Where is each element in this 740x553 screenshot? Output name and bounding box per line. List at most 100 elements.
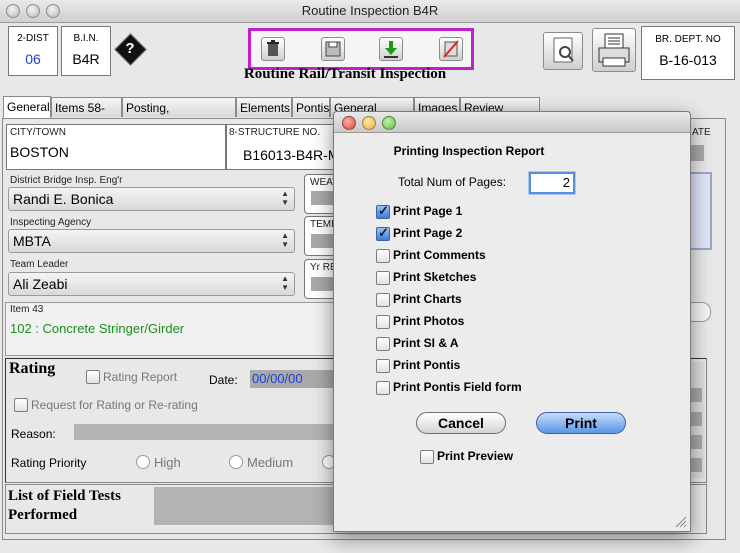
print-option-checkbox[interactable]: ✓ (376, 225, 390, 241)
priority-high-radio[interactable] (136, 455, 150, 469)
field-tests-label-1: List of Field Tests (8, 488, 121, 504)
select-arrows-icon: ▲ ▼ (281, 231, 289, 249)
reason-field[interactable] (74, 424, 336, 440)
resize-grip-icon[interactable] (674, 515, 687, 528)
tab-items-58-62[interactable]: Items 58-62 (51, 97, 122, 135)
leader-label: Team Leader (10, 259, 69, 270)
bin-label: B.I.N. (73, 33, 99, 44)
help-glyph: ? (125, 40, 135, 57)
engineer-value: Randi E. Bonica (13, 191, 114, 207)
structure-box: 8-STRUCTURE NO. B16013-B4R-M (226, 124, 348, 170)
print-option-label: Print Sketches (393, 270, 477, 284)
print-option-checkbox[interactable] (376, 381, 390, 395)
date-input[interactable]: 00/00/00 (250, 370, 334, 388)
dialog-zoom-button[interactable] (382, 116, 396, 130)
delete-button[interactable] (261, 37, 285, 61)
print-option-label: Print Page 1 (393, 204, 463, 218)
engineer-label: District Bridge Insp. Eng'r (10, 175, 123, 186)
request-rating-label: Request for Rating or Re-rating (31, 398, 198, 412)
print-option-checkbox[interactable] (376, 337, 390, 351)
print-option-label: Print SI & A (393, 336, 459, 350)
print-button-main[interactable] (592, 28, 636, 72)
rating-title: Rating (9, 360, 56, 377)
print-preview-label: Print Preview (437, 449, 514, 463)
dialog-close-button[interactable] (342, 116, 356, 130)
checkmark-icon: ✓ (378, 203, 389, 218)
print-option-checkbox[interactable]: ✓ (376, 203, 390, 219)
structure-value[interactable]: B16013-B4R-M (243, 147, 340, 163)
bin-value: B4R (72, 51, 100, 67)
print-dialog: Printing Inspection Report Total Num of … (333, 111, 691, 532)
agency-select[interactable]: MBTA ▲ ▼ (8, 229, 295, 253)
priority-medium-label: Medium (247, 455, 294, 470)
print-preview-icon (553, 37, 574, 63)
engineer-select[interactable]: Randi E. Bonica ▲ ▼ (8, 187, 295, 211)
print-button[interactable]: Print (536, 412, 626, 434)
print-option-label: Print Photos (393, 314, 465, 328)
dist-value: 06 (25, 51, 41, 67)
field-tests-input[interactable] (154, 487, 336, 525)
no-edit-icon (443, 40, 459, 58)
date-header-label: ATE (692, 127, 711, 138)
print-option-checkbox[interactable] (376, 359, 390, 373)
print-option-checkbox[interactable] (376, 249, 390, 263)
print-option-label: Print Pontis Field form (393, 380, 522, 394)
checkmark-icon: ✓ (378, 225, 389, 240)
title-bar: Routine Inspection B4R (0, 0, 740, 23)
trash-icon (267, 40, 279, 56)
cancel-button[interactable]: Cancel (416, 412, 506, 434)
tab-elements[interactable]: Elements (236, 97, 292, 117)
dist-box: 2-DIST 06 (8, 26, 58, 76)
help-button[interactable]: ? (114, 33, 147, 66)
agency-label: Inspecting Agency (10, 217, 92, 228)
date-value: 00/00/00 (252, 371, 303, 386)
city-label: CITY/TOWN (10, 127, 66, 138)
dialog-title: Printing Inspection Report (393, 144, 545, 158)
dialog-title-bar (334, 112, 690, 133)
printer-icon (598, 33, 630, 67)
pages-value: 2 (562, 175, 570, 190)
print-preview-checkbox[interactable] (420, 450, 434, 464)
import-button[interactable] (379, 37, 403, 61)
rating-report-label: Rating Report (103, 370, 178, 384)
print-preview-button[interactable] (543, 32, 583, 70)
print-option-label: Print Page 2 (393, 226, 463, 240)
priority-high-label: High (154, 455, 181, 470)
item43-label: Item 43 (10, 304, 44, 315)
print-option-checkbox[interactable] (376, 315, 390, 329)
city-value[interactable]: BOSTON (10, 144, 69, 160)
dept-no-label: BR. DEPT. NO (655, 34, 721, 45)
print-option-label: Print Charts (393, 292, 462, 306)
tab-general[interactable]: General (3, 96, 51, 118)
field-tests-label-2: Performed (8, 507, 78, 523)
print-option-checkbox[interactable] (376, 271, 390, 285)
window-title: Routine Inspection B4R (301, 3, 439, 18)
dialog-minimize-button[interactable] (362, 116, 376, 130)
pages-input[interactable]: 2 (529, 172, 575, 194)
dept-no-box: BR. DEPT. NO B-16-013 (641, 26, 735, 80)
request-rating-checkbox[interactable] (14, 398, 28, 412)
priority-medium-radio[interactable] (229, 455, 243, 469)
date-label: Date: (209, 373, 238, 387)
download-arrow-icon (384, 41, 398, 58)
page-title: Routine Rail/Transit Inspection (243, 66, 447, 82)
reason-label: Reason: (11, 427, 56, 441)
date-field-right[interactable] (690, 145, 704, 161)
record-toolbar (248, 28, 474, 70)
save-button[interactable] (321, 37, 345, 61)
tab-posting-accessibility[interactable]: Posting, Accessibility (122, 97, 236, 135)
priority-label: Rating Priority (11, 456, 87, 470)
leader-select[interactable]: Ali Zeabi ▲ ▼ (8, 272, 295, 296)
save-disk-icon (325, 41, 341, 57)
select-arrows-icon: ▲ ▼ (281, 189, 289, 207)
cancel-edit-button[interactable] (439, 37, 463, 61)
rating-report-checkbox[interactable] (86, 370, 100, 384)
item43-box: Item 43 102 : Concrete Stringer/Girder (5, 302, 337, 356)
print-option-checkbox[interactable] (376, 293, 390, 307)
item43-value[interactable]: 102 : Concrete Stringer/Girder (10, 321, 184, 336)
print-option-label: Print Pontis (393, 358, 461, 372)
dept-no-value: B-16-013 (659, 52, 717, 68)
agency-value: MBTA (13, 233, 51, 249)
tab-pontis[interactable]: Pontis (292, 97, 330, 117)
bin-box: B.I.N. B4R (61, 26, 111, 76)
